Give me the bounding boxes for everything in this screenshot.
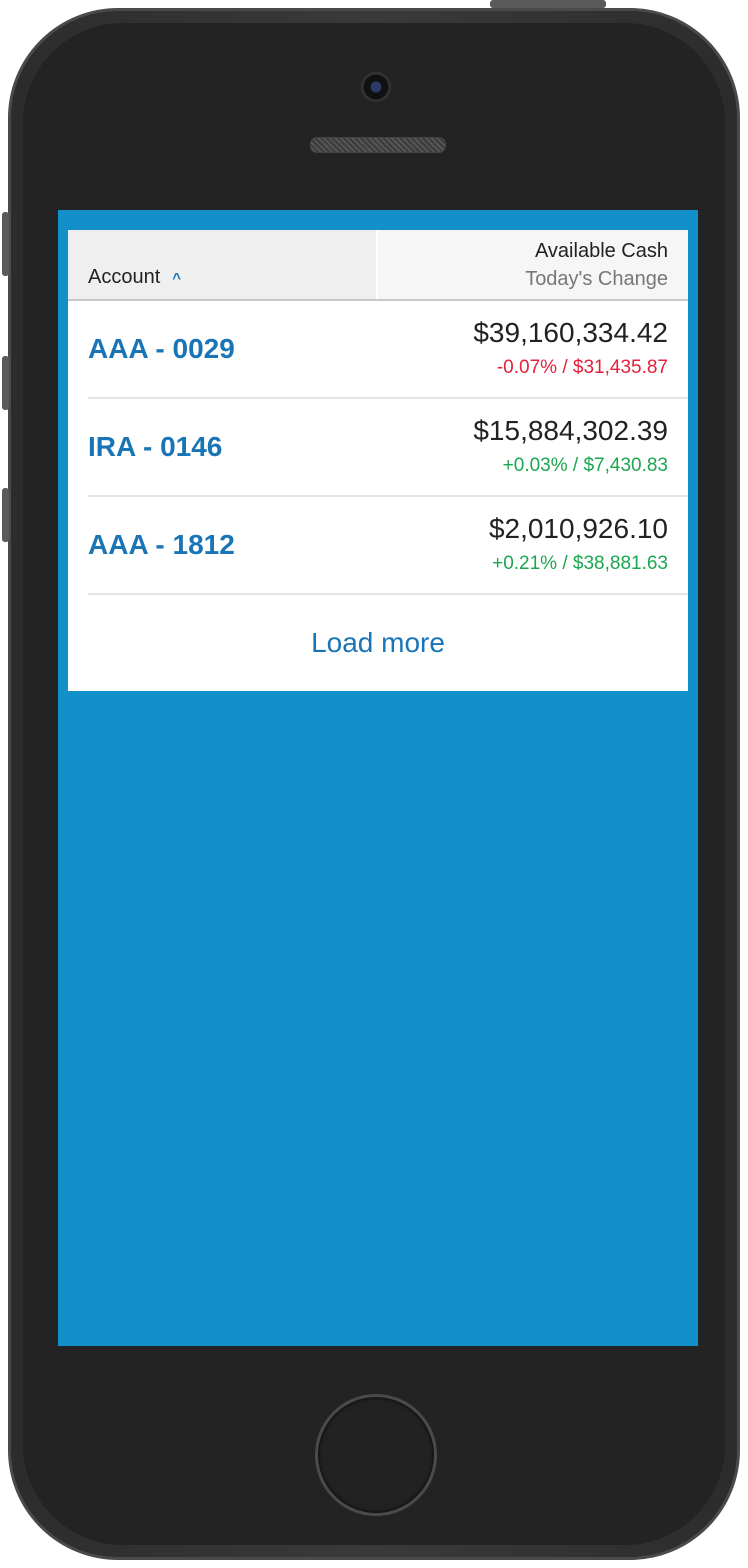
accounts-table: Account ^ Available Cash Today's Change … (68, 230, 688, 691)
earpiece-speaker (310, 137, 446, 153)
account-link[interactable]: IRA - 0146 (88, 431, 222, 463)
front-camera (361, 72, 391, 102)
chevron-up-icon[interactable]: ^ (172, 270, 181, 287)
load-more-button[interactable]: Load more (68, 595, 688, 691)
available-cash-header-label: Available Cash (534, 240, 668, 262)
table-row[interactable]: AAA - 0029 $39,160,334.42 -0.07% / $31,4… (88, 301, 688, 399)
todays-change-value: +0.21% / $38,881.63 (492, 553, 668, 574)
available-cash-value: $39,160,334.42 (473, 317, 668, 348)
account-column-header[interactable]: Account ^ (68, 230, 378, 299)
cash-column-header[interactable]: Available Cash Today's Change (378, 230, 688, 299)
home-button[interactable] (315, 1394, 437, 1516)
volume-up-button (2, 356, 9, 410)
account-header-label: Account (88, 266, 161, 288)
table-header: Account ^ Available Cash Today's Change (68, 230, 688, 301)
available-cash-value: $15,884,302.39 (473, 415, 668, 446)
todays-change-value: -0.07% / $31,435.87 (496, 357, 668, 378)
todays-change-value: +0.03% / $7,430.83 (502, 455, 668, 476)
power-button (490, 0, 606, 8)
app-screen: Account ^ Available Cash Today's Change … (58, 210, 698, 1346)
available-cash-value: $2,010,926.10 (488, 513, 668, 544)
account-link[interactable]: AAA - 0029 (88, 333, 235, 365)
ringer-switch (2, 212, 9, 276)
account-link[interactable]: AAA - 1812 (88, 529, 235, 561)
table-row[interactable]: AAA - 1812 $2,010,926.10 +0.21% / $38,88… (88, 497, 688, 595)
volume-down-button (2, 488, 9, 542)
todays-change-header-label: Today's Change (525, 268, 668, 290)
table-row[interactable]: IRA - 0146 $15,884,302.39 +0.03% / $7,43… (88, 399, 688, 497)
